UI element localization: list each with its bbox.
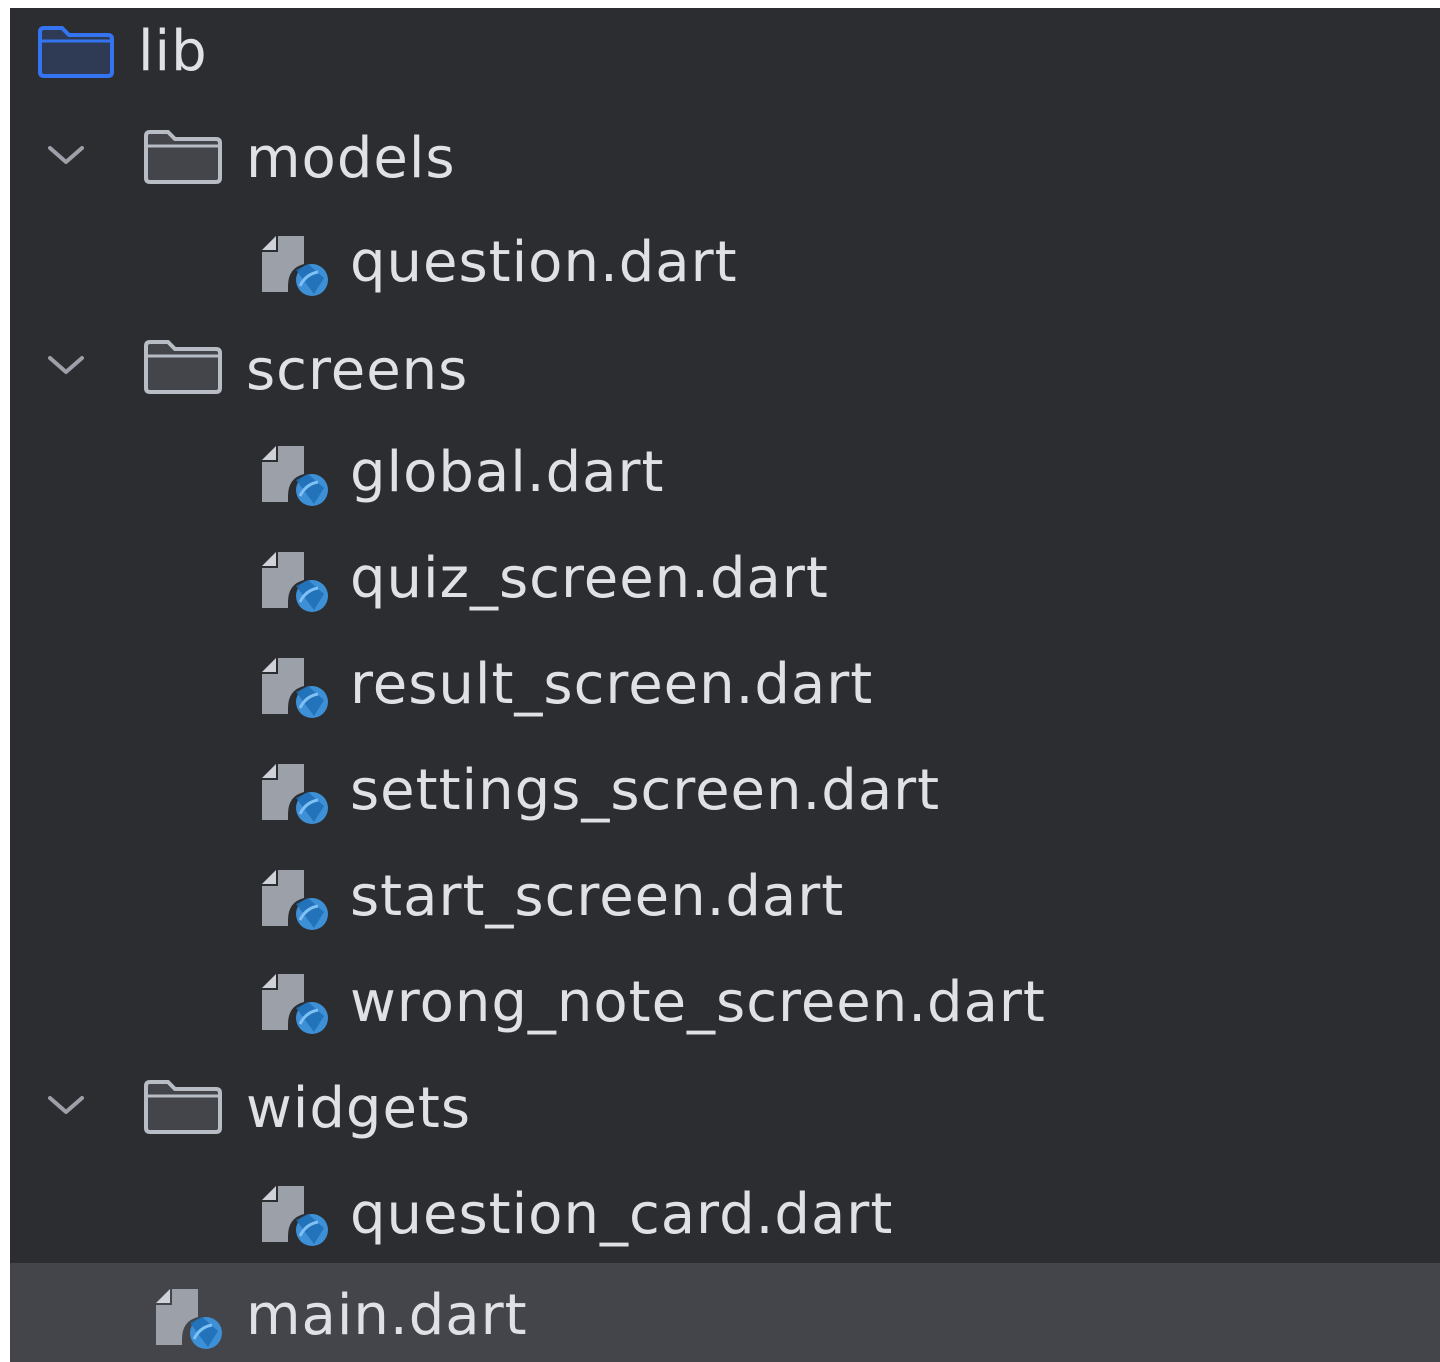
tree-row-screens[interactable]: screens xyxy=(10,316,1440,421)
chevron-down-icon[interactable] xyxy=(38,1086,98,1126)
folder-icon xyxy=(144,1080,222,1134)
tree-row-widgets[interactable]: widgets xyxy=(10,1054,1440,1159)
chevron-down-icon[interactable] xyxy=(38,136,98,176)
tree-row-models[interactable]: models xyxy=(10,106,1440,211)
dart-file-icon xyxy=(262,658,328,718)
tree-row-question-dart[interactable]: question.dart xyxy=(10,212,1440,317)
tree-row-quiz-screen-dart[interactable]: quiz_screen.dart xyxy=(10,528,1440,633)
tree-row-start-screen-dart[interactable]: start_screen.dart xyxy=(10,844,1440,949)
tree-row-main-dart[interactable]: main.dart xyxy=(10,1263,1440,1362)
tree-row-settings-screen-dart[interactable]: settings_screen.dart xyxy=(10,738,1440,843)
tree-label: screens xyxy=(246,338,469,403)
folder-icon xyxy=(144,130,222,184)
tree-label: result_screen.dart xyxy=(350,652,874,717)
dart-file-icon xyxy=(262,974,328,1034)
dart-file-icon xyxy=(262,764,328,824)
tree-label: global.dart xyxy=(350,440,665,505)
tree-row-question-card-dart[interactable]: question_card.dart xyxy=(10,1160,1440,1265)
tree-label: start_screen.dart xyxy=(350,864,845,929)
dart-file-icon xyxy=(262,446,328,506)
folder-icon xyxy=(144,340,222,394)
project-tree-panel: lib models question.dart screens global.… xyxy=(10,8,1440,1362)
tree-label: lib xyxy=(138,19,208,84)
tree-label: settings_screen.dart xyxy=(350,758,941,823)
dart-file-icon xyxy=(262,236,328,296)
tree-label: models xyxy=(246,126,456,191)
tree-label: widgets xyxy=(246,1076,472,1141)
tree-label: quiz_screen.dart xyxy=(350,546,829,611)
tree-row-lib[interactable]: lib xyxy=(10,2,1440,107)
dart-file-icon xyxy=(262,552,328,612)
tree-row-global-dart[interactable]: global.dart xyxy=(10,422,1440,527)
tree-row-result-screen-dart[interactable]: result_screen.dart xyxy=(10,632,1440,737)
tree-row-wrong-note-screen-dart[interactable]: wrong_note_screen.dart xyxy=(10,948,1440,1053)
folder-icon xyxy=(38,26,114,78)
tree-label: question_card.dart xyxy=(350,1182,894,1247)
dart-file-icon xyxy=(262,870,328,930)
tree-label: main.dart xyxy=(246,1283,528,1348)
tree-label: wrong_note_screen.dart xyxy=(350,970,1046,1035)
dart-file-icon xyxy=(262,1186,328,1246)
chevron-down-icon[interactable] xyxy=(38,346,98,386)
dart-file-icon xyxy=(156,1289,222,1349)
tree-label: question.dart xyxy=(350,230,738,295)
